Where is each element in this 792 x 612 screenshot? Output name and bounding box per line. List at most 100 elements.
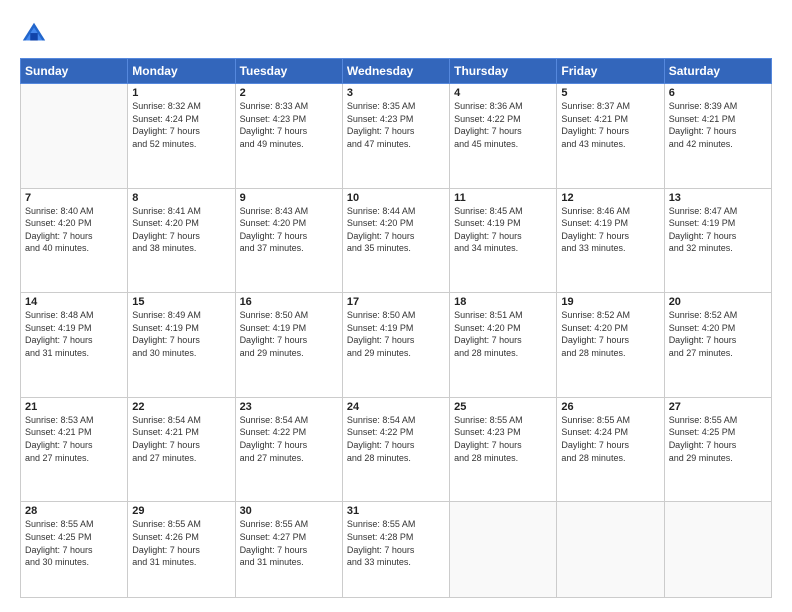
day-info: Sunrise: 8:53 AM Sunset: 4:21 PM Dayligh…	[25, 414, 123, 464]
week-row-4: 21Sunrise: 8:53 AM Sunset: 4:21 PM Dayli…	[21, 397, 772, 502]
day-info: Sunrise: 8:45 AM Sunset: 4:19 PM Dayligh…	[454, 205, 552, 255]
calendar-cell: 21Sunrise: 8:53 AM Sunset: 4:21 PM Dayli…	[21, 397, 128, 502]
calendar-cell: 31Sunrise: 8:55 AM Sunset: 4:28 PM Dayli…	[342, 502, 449, 598]
calendar-cell: 29Sunrise: 8:55 AM Sunset: 4:26 PM Dayli…	[128, 502, 235, 598]
day-number: 11	[454, 192, 552, 204]
day-number: 16	[240, 296, 338, 308]
weekday-header-sunday: Sunday	[21, 59, 128, 84]
calendar-cell: 18Sunrise: 8:51 AM Sunset: 4:20 PM Dayli…	[450, 293, 557, 398]
calendar-cell: 11Sunrise: 8:45 AM Sunset: 4:19 PM Dayli…	[450, 188, 557, 293]
day-info: Sunrise: 8:47 AM Sunset: 4:19 PM Dayligh…	[669, 205, 767, 255]
day-number: 13	[669, 192, 767, 204]
day-info: Sunrise: 8:52 AM Sunset: 4:20 PM Dayligh…	[669, 309, 767, 359]
calendar-cell: 16Sunrise: 8:50 AM Sunset: 4:19 PM Dayli…	[235, 293, 342, 398]
day-number: 10	[347, 192, 445, 204]
day-number: 25	[454, 401, 552, 413]
day-info: Sunrise: 8:32 AM Sunset: 4:24 PM Dayligh…	[132, 100, 230, 150]
calendar-cell: 30Sunrise: 8:55 AM Sunset: 4:27 PM Dayli…	[235, 502, 342, 598]
calendar-cell: 1Sunrise: 8:32 AM Sunset: 4:24 PM Daylig…	[128, 84, 235, 189]
weekday-header-tuesday: Tuesday	[235, 59, 342, 84]
logo	[20, 18, 51, 48]
day-info: Sunrise: 8:39 AM Sunset: 4:21 PM Dayligh…	[669, 100, 767, 150]
weekday-header-saturday: Saturday	[664, 59, 771, 84]
day-number: 4	[454, 87, 552, 99]
day-info: Sunrise: 8:54 AM Sunset: 4:22 PM Dayligh…	[240, 414, 338, 464]
day-number: 19	[561, 296, 659, 308]
weekday-header-monday: Monday	[128, 59, 235, 84]
calendar-cell: 14Sunrise: 8:48 AM Sunset: 4:19 PM Dayli…	[21, 293, 128, 398]
day-info: Sunrise: 8:49 AM Sunset: 4:19 PM Dayligh…	[132, 309, 230, 359]
day-info: Sunrise: 8:41 AM Sunset: 4:20 PM Dayligh…	[132, 205, 230, 255]
day-number: 21	[25, 401, 123, 413]
page: SundayMondayTuesdayWednesdayThursdayFrid…	[0, 0, 792, 612]
day-number: 23	[240, 401, 338, 413]
day-number: 31	[347, 505, 445, 517]
day-info: Sunrise: 8:35 AM Sunset: 4:23 PM Dayligh…	[347, 100, 445, 150]
day-info: Sunrise: 8:55 AM Sunset: 4:27 PM Dayligh…	[240, 518, 338, 568]
day-info: Sunrise: 8:50 AM Sunset: 4:19 PM Dayligh…	[240, 309, 338, 359]
week-row-2: 7Sunrise: 8:40 AM Sunset: 4:20 PM Daylig…	[21, 188, 772, 293]
week-row-5: 28Sunrise: 8:55 AM Sunset: 4:25 PM Dayli…	[21, 502, 772, 598]
calendar-table: SundayMondayTuesdayWednesdayThursdayFrid…	[20, 58, 772, 598]
day-info: Sunrise: 8:51 AM Sunset: 4:20 PM Dayligh…	[454, 309, 552, 359]
calendar-cell: 23Sunrise: 8:54 AM Sunset: 4:22 PM Dayli…	[235, 397, 342, 502]
calendar-cell: 3Sunrise: 8:35 AM Sunset: 4:23 PM Daylig…	[342, 84, 449, 189]
day-number: 17	[347, 296, 445, 308]
day-number: 26	[561, 401, 659, 413]
day-number: 3	[347, 87, 445, 99]
day-number: 6	[669, 87, 767, 99]
calendar-cell: 9Sunrise: 8:43 AM Sunset: 4:20 PM Daylig…	[235, 188, 342, 293]
day-info: Sunrise: 8:46 AM Sunset: 4:19 PM Dayligh…	[561, 205, 659, 255]
calendar-cell: 25Sunrise: 8:55 AM Sunset: 4:23 PM Dayli…	[450, 397, 557, 502]
day-number: 27	[669, 401, 767, 413]
calendar-cell: 20Sunrise: 8:52 AM Sunset: 4:20 PM Dayli…	[664, 293, 771, 398]
calendar-cell: 28Sunrise: 8:55 AM Sunset: 4:25 PM Dayli…	[21, 502, 128, 598]
day-number: 30	[240, 505, 338, 517]
week-row-1: 1Sunrise: 8:32 AM Sunset: 4:24 PM Daylig…	[21, 84, 772, 189]
calendar-cell: 10Sunrise: 8:44 AM Sunset: 4:20 PM Dayli…	[342, 188, 449, 293]
day-info: Sunrise: 8:55 AM Sunset: 4:26 PM Dayligh…	[132, 518, 230, 568]
day-number: 24	[347, 401, 445, 413]
day-info: Sunrise: 8:44 AM Sunset: 4:20 PM Dayligh…	[347, 205, 445, 255]
day-number: 29	[132, 505, 230, 517]
day-number: 18	[454, 296, 552, 308]
calendar-cell: 6Sunrise: 8:39 AM Sunset: 4:21 PM Daylig…	[664, 84, 771, 189]
week-row-3: 14Sunrise: 8:48 AM Sunset: 4:19 PM Dayli…	[21, 293, 772, 398]
day-number: 8	[132, 192, 230, 204]
day-info: Sunrise: 8:55 AM Sunset: 4:24 PM Dayligh…	[561, 414, 659, 464]
day-number: 1	[132, 87, 230, 99]
calendar-cell	[450, 502, 557, 598]
day-number: 7	[25, 192, 123, 204]
calendar-cell: 17Sunrise: 8:50 AM Sunset: 4:19 PM Dayli…	[342, 293, 449, 398]
day-info: Sunrise: 8:36 AM Sunset: 4:22 PM Dayligh…	[454, 100, 552, 150]
day-number: 5	[561, 87, 659, 99]
day-number: 2	[240, 87, 338, 99]
weekday-header-wednesday: Wednesday	[342, 59, 449, 84]
day-info: Sunrise: 8:54 AM Sunset: 4:22 PM Dayligh…	[347, 414, 445, 464]
calendar-cell: 22Sunrise: 8:54 AM Sunset: 4:21 PM Dayli…	[128, 397, 235, 502]
calendar-cell: 24Sunrise: 8:54 AM Sunset: 4:22 PM Dayli…	[342, 397, 449, 502]
day-info: Sunrise: 8:55 AM Sunset: 4:28 PM Dayligh…	[347, 518, 445, 568]
calendar-cell	[557, 502, 664, 598]
day-number: 12	[561, 192, 659, 204]
day-number: 28	[25, 505, 123, 517]
day-info: Sunrise: 8:55 AM Sunset: 4:25 PM Dayligh…	[669, 414, 767, 464]
day-info: Sunrise: 8:43 AM Sunset: 4:20 PM Dayligh…	[240, 205, 338, 255]
day-info: Sunrise: 8:48 AM Sunset: 4:19 PM Dayligh…	[25, 309, 123, 359]
day-info: Sunrise: 8:55 AM Sunset: 4:23 PM Dayligh…	[454, 414, 552, 464]
day-number: 14	[25, 296, 123, 308]
day-info: Sunrise: 8:40 AM Sunset: 4:20 PM Dayligh…	[25, 205, 123, 255]
header	[20, 18, 772, 48]
day-info: Sunrise: 8:52 AM Sunset: 4:20 PM Dayligh…	[561, 309, 659, 359]
calendar-cell: 2Sunrise: 8:33 AM Sunset: 4:23 PM Daylig…	[235, 84, 342, 189]
calendar-cell: 27Sunrise: 8:55 AM Sunset: 4:25 PM Dayli…	[664, 397, 771, 502]
weekday-header-row: SundayMondayTuesdayWednesdayThursdayFrid…	[21, 59, 772, 84]
day-info: Sunrise: 8:54 AM Sunset: 4:21 PM Dayligh…	[132, 414, 230, 464]
calendar-cell: 4Sunrise: 8:36 AM Sunset: 4:22 PM Daylig…	[450, 84, 557, 189]
weekday-header-friday: Friday	[557, 59, 664, 84]
calendar-cell: 7Sunrise: 8:40 AM Sunset: 4:20 PM Daylig…	[21, 188, 128, 293]
calendar-cell: 8Sunrise: 8:41 AM Sunset: 4:20 PM Daylig…	[128, 188, 235, 293]
logo-icon	[20, 20, 48, 48]
calendar-cell: 5Sunrise: 8:37 AM Sunset: 4:21 PM Daylig…	[557, 84, 664, 189]
weekday-header-thursday: Thursday	[450, 59, 557, 84]
